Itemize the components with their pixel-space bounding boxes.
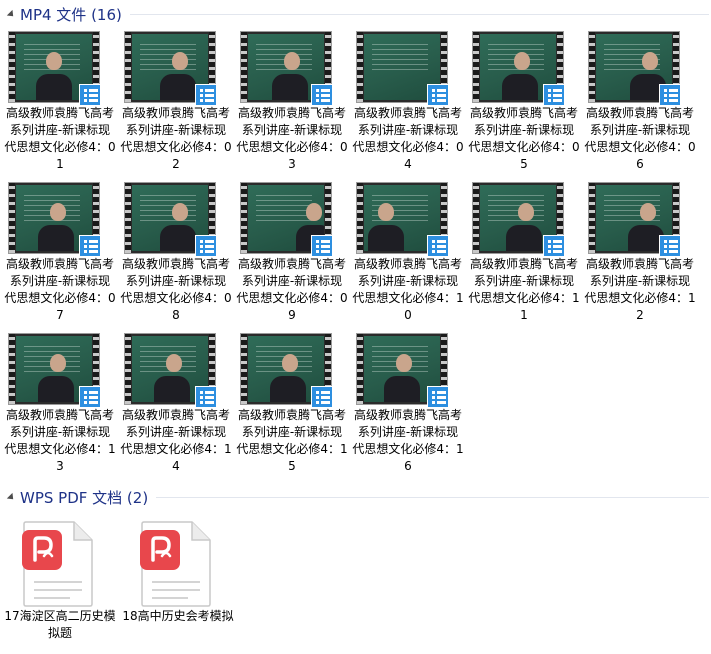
lecturer-figure xyxy=(272,74,308,100)
chalkboard-writing xyxy=(372,44,428,74)
video-file-badge-icon xyxy=(311,386,333,408)
video-file-badge-icon xyxy=(659,235,681,257)
video-file-badge-icon xyxy=(79,235,101,257)
video-file-label: 高级教师袁腾飞高考系列讲座-新课标现代思想文化必修4：12 xyxy=(584,257,696,322)
video-file-label: 高级教师袁腾飞高考系列讲座-新课标现代思想文化必修4：15 xyxy=(236,408,348,473)
lecturer-head xyxy=(284,52,300,70)
film-perforation xyxy=(125,32,131,102)
video-file-badge-icon xyxy=(311,84,333,106)
video-file-badge-icon xyxy=(195,235,217,257)
film-perforation xyxy=(473,183,479,253)
video-file-label: 高级教师袁腾飞高考系列讲座-新课标现代思想文化必修4：14 xyxy=(120,408,232,473)
lecturer-figure xyxy=(502,74,538,100)
film-perforation xyxy=(125,334,131,404)
film-perforation xyxy=(9,183,15,253)
lecturer-head xyxy=(46,52,62,70)
group-header-pdf[interactable]: WPS PDF 文档 (2) xyxy=(0,485,711,509)
lecturer-figure xyxy=(160,74,196,100)
film-perforation xyxy=(357,183,363,253)
wps-pdf-file-icon xyxy=(22,521,93,607)
lecturer-figure xyxy=(38,225,74,251)
lecturer-head xyxy=(514,52,530,70)
video-file-label: 高级教师袁腾飞高考系列讲座-新课标现代思想文化必修4：01 xyxy=(4,106,116,171)
video-file-label: 高级教师袁腾飞高考系列讲座-新课标现代思想文化必修4：10 xyxy=(352,257,464,322)
lecturer-figure xyxy=(38,376,74,402)
video-file-label: 高级教师袁腾飞高考系列讲座-新课标现代思想文化必修4：13 xyxy=(4,408,116,473)
video-file-label: 高级教师袁腾飞高考系列讲座-新课标现代思想文化必修4：06 xyxy=(584,106,696,171)
lecturer-head xyxy=(640,203,656,221)
video-file-badge-icon xyxy=(543,84,565,106)
video-file-badge-icon xyxy=(79,386,101,408)
lecturer-head xyxy=(306,203,322,221)
film-perforation xyxy=(473,32,479,102)
lecturer-figure xyxy=(154,376,190,402)
video-file-badge-icon xyxy=(427,235,449,257)
chevron-collapse-icon[interactable] xyxy=(6,492,17,502)
lecturer-head xyxy=(50,203,66,221)
pdf-file-label: 17海淀区高二历史模拟题 xyxy=(4,609,116,640)
video-file-label: 高级教师袁腾飞高考系列讲座-新课标现代思想文化必修4：07 xyxy=(4,257,116,322)
video-file-badge-icon xyxy=(311,235,333,257)
lecturer-head xyxy=(396,354,412,372)
lecturer-figure xyxy=(160,225,196,251)
film-perforation xyxy=(357,334,363,404)
lecturer-figure xyxy=(368,225,404,251)
lecturer-head xyxy=(642,52,658,70)
lecturer-figure xyxy=(36,74,72,100)
video-file-badge-icon xyxy=(543,235,565,257)
film-perforation xyxy=(241,32,247,102)
lecturer-head xyxy=(282,354,298,372)
lecturer-head xyxy=(378,203,394,221)
chalkboard-writing xyxy=(488,195,544,225)
video-file-badge-icon xyxy=(427,84,449,106)
lecturer-head xyxy=(172,52,188,70)
film-perforation xyxy=(589,183,595,253)
video-file-label: 高级教师袁腾飞高考系列讲座-新课标现代思想文化必修4：04 xyxy=(352,106,464,171)
wps-pdf-file-icon xyxy=(140,521,211,607)
video-file-badge-icon xyxy=(427,386,449,408)
video-file-label: 高级教师袁腾飞高考系列讲座-新课标现代思想文化必修4：08 xyxy=(120,257,232,322)
video-file-label: 高级教师袁腾飞高考系列讲座-新课标现代思想文化必修4：02 xyxy=(120,106,232,171)
lecturer-figure xyxy=(384,376,420,402)
video-file-label: 高级教师袁腾飞高考系列讲座-新课标现代思想文化必修4：05 xyxy=(468,106,580,171)
lecturer-head xyxy=(166,354,182,372)
film-perforation xyxy=(241,334,247,404)
lecturer-figure xyxy=(506,225,542,251)
group-header-mp4[interactable]: MP4 文件 (16) xyxy=(0,2,711,26)
video-file-badge-icon xyxy=(659,84,681,106)
group-title-mp4: MP4 文件 (16) xyxy=(20,5,122,24)
video-file-label: 高级教师袁腾飞高考系列讲座-新课标现代思想文化必修4：11 xyxy=(468,257,580,322)
lecturer-figure xyxy=(270,376,306,402)
film-perforation xyxy=(241,183,247,253)
pdf-file-label: 18高中历史会考模拟 xyxy=(122,609,234,623)
lecturer-head xyxy=(50,354,66,372)
film-perforation xyxy=(125,183,131,253)
group-divider xyxy=(156,496,709,498)
film-perforation xyxy=(589,32,595,102)
video-file-badge-icon xyxy=(195,84,217,106)
film-perforation xyxy=(9,334,15,404)
video-file-label: 高级教师袁腾飞高考系列讲座-新课标现代思想文化必修4：03 xyxy=(236,106,348,171)
video-file-badge-icon xyxy=(79,84,101,106)
film-perforation xyxy=(9,32,15,102)
group-title-pdf: WPS PDF 文档 (2) xyxy=(20,488,149,507)
group-divider xyxy=(129,13,709,15)
lecturer-head xyxy=(172,203,188,221)
film-perforation xyxy=(357,32,363,102)
video-file-label: 高级教师袁腾飞高考系列讲座-新课标现代思想文化必修4：16 xyxy=(352,408,464,473)
chevron-collapse-icon[interactable] xyxy=(6,9,17,19)
video-file-label: 高级教师袁腾飞高考系列讲座-新课标现代思想文化必修4：09 xyxy=(236,257,348,322)
chalkboard-writing xyxy=(256,195,312,225)
lecturer-head xyxy=(518,203,534,221)
video-file-badge-icon xyxy=(195,386,217,408)
